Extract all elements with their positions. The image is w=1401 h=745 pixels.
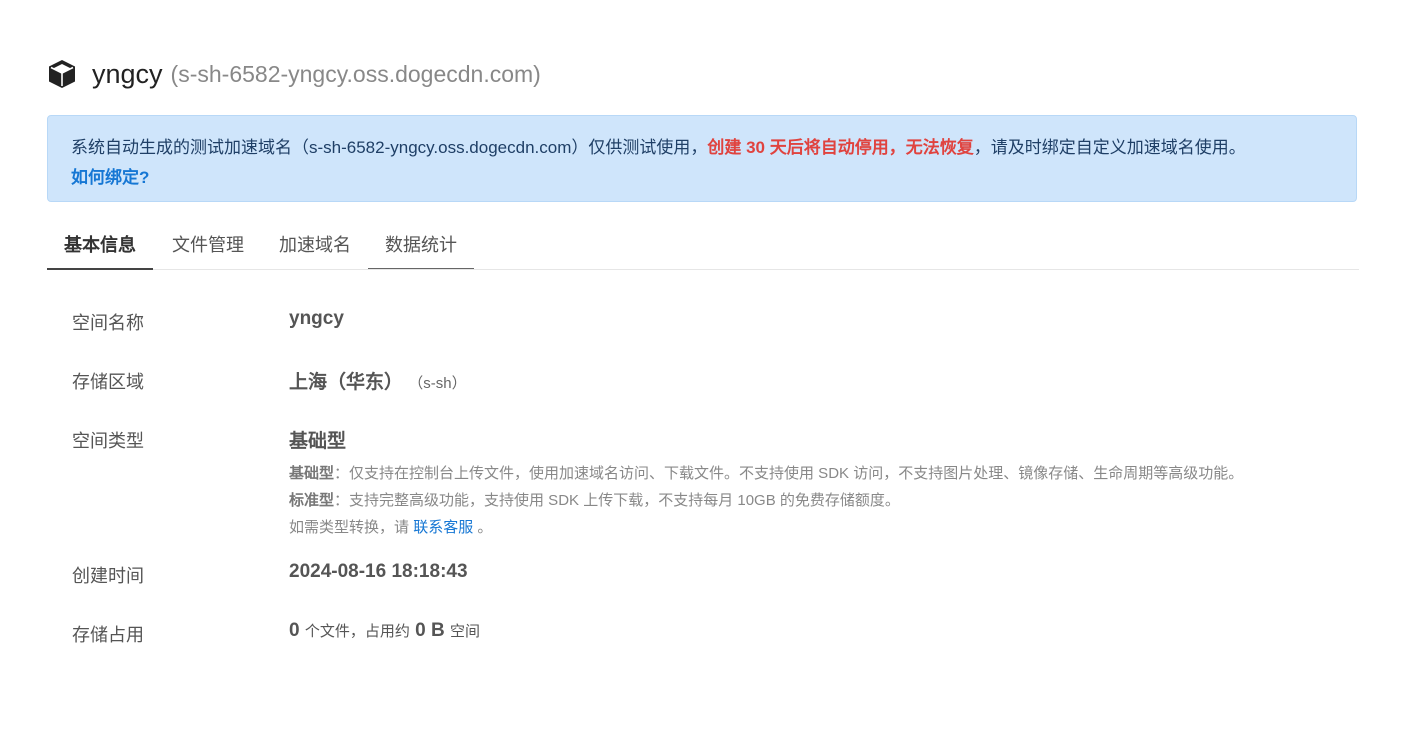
standard-type-desc: 标准型：支持完整高级功能，支持使用 SDK 上传下载，不支持每月 10GB 的免…: [289, 489, 900, 510]
bucket-domain: (s-sh-6582-yngcy.oss.dogecdn.com): [170, 60, 541, 87]
file-count-text: 个文件，占用约: [304, 623, 410, 640]
region-name: 上海（华东）: [289, 372, 404, 393]
convert-end: 。: [477, 519, 493, 536]
bucket-name: yngcy: [92, 58, 163, 89]
basic-type-text: ：仅支持在控制台上传文件，使用加速域名访问、下载文件。不支持使用 SDK 访问，…: [334, 465, 1244, 482]
tab-cdn-domains[interactable]: 加速域名: [262, 222, 368, 268]
page-header: yngcy (s-sh-6582-yngcy.oss.dogecdn.com): [46, 56, 541, 92]
created-value: 2024-08-16 18:18:43: [289, 561, 468, 582]
bucket-detail-page: yngcy (s-sh-6582-yngcy.oss.dogecdn.com) …: [0, 0, 1401, 745]
test-domain-alert: 系统自动生成的测试加速域名（s-sh-6582-yngcy.oss.dogecd…: [47, 115, 1357, 202]
basic-type-desc: 基础型：仅支持在控制台上传文件，使用加速域名访问、下载文件。不支持使用 SDK …: [289, 462, 1243, 483]
alert-text-after: ，请及时绑定自定义加速域名使用。: [973, 138, 1246, 157]
standard-type-title: 标准型: [289, 492, 335, 509]
basic-type-title: 基础型: [289, 465, 335, 482]
type-label: 空间类型: [72, 431, 144, 451]
alert-message: 系统自动生成的测试加速域名（s-sh-6582-yngcy.oss.dogecd…: [71, 133, 1246, 158]
region-value: 上海（华东） （s-sh）: [289, 367, 467, 394]
storage-size: 0 B: [415, 620, 445, 641]
alert-text-before: 系统自动生成的测试加速域名（s-sh-6582-yngcy.oss.dogecd…: [71, 138, 708, 157]
bucket-name-label: 空间名称: [72, 313, 144, 333]
alert-warning: 创建 30 天后将自动停用，无法恢复: [707, 138, 974, 157]
storage-size-text: 空间: [450, 623, 481, 640]
bucket-name-value: yngcy: [289, 308, 344, 329]
tab-bar: 基本信息 文件管理 加速域名 数据统计: [47, 222, 1359, 270]
cube-icon: [49, 60, 75, 88]
region-code: （s-sh）: [408, 375, 467, 392]
tab-basic-info[interactable]: 基本信息: [47, 222, 153, 270]
standard-type-text: ：支持完整高级功能，支持使用 SDK 上传下载，不支持每月 10GB 的免费存储…: [334, 492, 900, 509]
tab-file-management[interactable]: 文件管理: [155, 222, 261, 268]
convert-text: 如需类型转换，请: [289, 519, 410, 536]
convert-type-note: 如需类型转换，请 联系客服 。: [289, 516, 492, 537]
how-to-bind-link[interactable]: 如何绑定?: [71, 163, 149, 188]
file-count: 0: [289, 620, 300, 641]
usage-value: 0 个文件，占用约 0 B 空间: [289, 620, 480, 642]
usage-label: 存储占用: [72, 625, 144, 645]
type-value: 基础型: [289, 431, 347, 452]
created-label: 创建时间: [72, 566, 144, 586]
tab-statistics[interactable]: 数据统计: [368, 222, 474, 269]
region-label: 存储区域: [72, 372, 144, 392]
contact-support-link[interactable]: 联系客服: [413, 519, 473, 536]
